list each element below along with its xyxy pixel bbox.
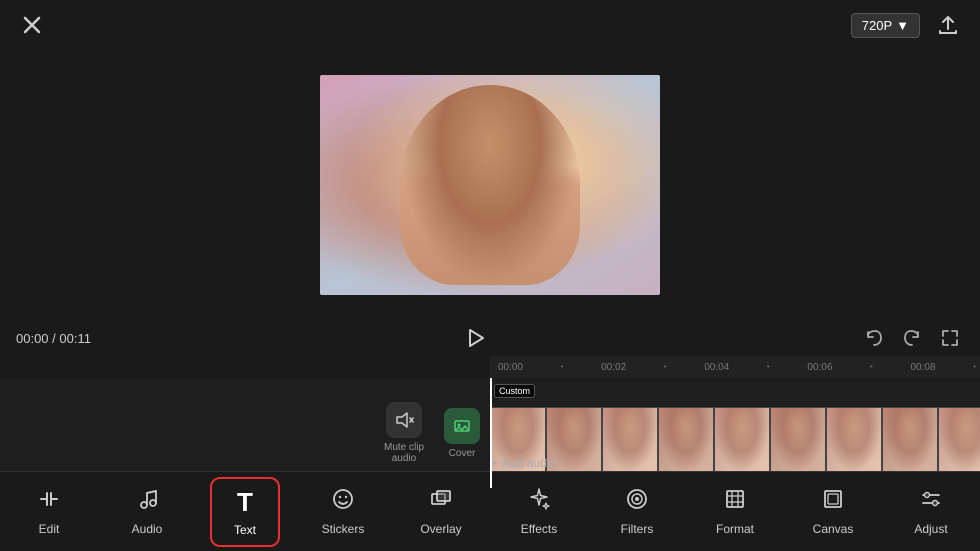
cover-label: Cover [449,448,476,459]
thumb-8 [882,407,938,473]
export-button[interactable] [932,9,964,41]
tool-edit[interactable]: Edit [14,479,84,544]
custom-badge: Custom [494,384,535,398]
mute-icon [386,402,422,438]
ruler-dot-5: • [973,362,976,373]
adjust-icon [919,487,943,517]
thumb-6 [770,407,826,473]
filters-icon [625,487,649,517]
top-bar: 720P ▼ [0,0,980,50]
overlay-label: Overlay [420,522,461,536]
video-subject [400,85,580,285]
effects-label: Effects [521,522,557,536]
text-icon: T [237,487,253,518]
playback-controls [103,323,848,353]
ruler-dot-4: • [870,362,873,373]
overlay-icon [429,487,453,517]
video-frame [320,75,660,295]
play-button[interactable] [460,323,490,353]
tool-text[interactable]: T Text [210,477,280,547]
timecode-display: 00:00 / 00:11 [16,331,91,346]
stickers-label: Stickers [322,522,365,536]
ruler-mark-0: 00:00 [498,362,523,373]
tool-overlay[interactable]: Overlay [406,479,476,544]
timeline-ruler: 00:00 • 00:02 • 00:04 • 00:06 • 00:08 • [490,356,980,378]
format-icon [723,487,747,517]
effects-icon [527,487,551,517]
filters-label: Filters [621,522,654,536]
tool-adjust[interactable]: Adjust [896,479,966,544]
tool-filters[interactable]: Filters [602,479,672,544]
audio-icon [135,487,159,517]
preview-area [0,50,980,320]
thumb-5 [714,407,770,473]
ruler-mark-4: 00:04 [704,362,729,373]
ruler-mark-2: 00:02 [601,362,626,373]
mute-clip-action[interactable]: Mute clip audio [384,402,424,464]
tool-stickers[interactable]: Stickers [308,479,378,544]
stickers-icon [331,487,355,517]
fullscreen-button[interactable] [936,324,964,352]
playhead [490,378,492,488]
adjust-label: Adjust [914,522,947,536]
close-button[interactable] [16,9,48,41]
tool-canvas[interactable]: Canvas [798,479,868,544]
mute-label: Mute clip audio [384,442,424,464]
text-label: Text [234,523,256,537]
tool-audio[interactable]: Audio [112,479,182,544]
cover-icon [444,408,480,444]
undo-button[interactable] [860,324,888,352]
ruler-dot-2: • [664,362,667,373]
edit-icon [37,487,61,517]
audio-label: Audio [132,522,163,536]
top-right-controls: 720P ▼ [851,9,964,41]
thumb-7 [826,407,882,473]
canvas-label: Canvas [813,522,854,536]
canvas-icon [821,487,845,517]
format-label: Format [716,522,754,536]
tool-format[interactable]: Format [700,479,770,544]
video-thumbnails[interactable] [490,407,980,473]
thumb-3 [602,407,658,473]
cover-action[interactable]: Cover [444,408,480,459]
resolution-button[interactable]: 720P ▼ [851,13,920,38]
timecode-bar: 00:00 / 00:11 [0,320,980,356]
thumb-4 [658,407,714,473]
add-audio-row[interactable]: + Add audio [490,455,556,471]
thumb-9 [938,407,980,473]
timeline-controls-right [860,324,964,352]
ruler-mark-8: 00:08 [911,362,936,373]
ruler-dot-3: • [767,362,770,373]
add-audio-label: Add audio [502,456,556,470]
edit-label: Edit [39,522,60,536]
tool-effects[interactable]: Effects [504,479,574,544]
redo-button[interactable] [898,324,926,352]
ruler-labels: 00:00 • 00:02 • 00:04 • 00:06 • 00:08 • [494,362,980,373]
ruler-dot-1: • [561,362,564,373]
ruler-mark-6: 00:06 [807,362,832,373]
